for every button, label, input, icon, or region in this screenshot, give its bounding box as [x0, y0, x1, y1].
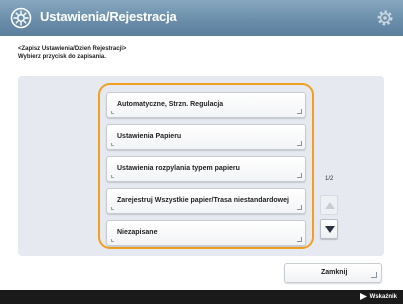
corner-mark-icon [371, 272, 377, 278]
instruction-text: Wybierz przycisk do zapisania. [18, 54, 106, 60]
page-title: Ustawienia/Rejestracja [40, 9, 177, 24]
corner-mark-icon [297, 237, 302, 242]
tick-mark-icon [111, 239, 114, 242]
close-button[interactable]: Zamknij [284, 263, 382, 283]
tick-mark-icon [111, 111, 114, 114]
gear-icon[interactable] [375, 8, 395, 28]
arrow-down-icon [325, 226, 335, 233]
list-item-label: Zarejestruj Wszystkie papier/Trasa niest… [117, 197, 289, 204]
corner-mark-icon [297, 205, 302, 210]
corner-mark-icon [297, 173, 302, 178]
page-indicator: 1/2 [325, 176, 334, 182]
list-item-label: Ustawienia Papieru [117, 133, 182, 140]
breadcrumb: <Zapisz Ustawienia/Dzień Rejestracji> [18, 46, 127, 52]
status-monitor-button[interactable]: Wskaźnik [359, 293, 397, 300]
list-item-paper-type-settings[interactable]: Ustawienia rozpylania typem papieru [106, 156, 306, 182]
status-bar: Wskaźnik [0, 290, 403, 304]
list-item-auto-adjust[interactable]: Automatyczne, Strzn. Regulacja [106, 92, 306, 118]
list-item-label: Automatyczne, Strzn. Regulacja [117, 101, 224, 108]
list-item-unsaved[interactable]: Niezapisane [106, 220, 306, 246]
corner-mark-icon [297, 109, 302, 114]
list-item-label: Ustawienia rozpylania typem papieru [117, 165, 240, 172]
tick-mark-icon [111, 207, 114, 210]
status-monitor-icon [359, 293, 367, 300]
arrow-up-icon [325, 202, 335, 209]
close-button-label: Zamknij [321, 269, 348, 276]
scroll-down-button[interactable] [320, 219, 338, 239]
corner-mark-icon [297, 141, 302, 146]
tick-mark-icon [111, 175, 114, 178]
list-item-paper-settings[interactable]: Ustawienia Papieru [106, 124, 306, 150]
status-monitor-label: Wskaźnik [369, 293, 397, 300]
list-item-label: Niezapisane [117, 229, 158, 236]
title-bar: Ustawienia/Rejestracja [0, 0, 403, 36]
scroll-up-button[interactable] [320, 195, 338, 215]
list-item-register-custom-paper[interactable]: Zarejestruj Wszystkie papier/Trasa niest… [106, 188, 306, 214]
settings-register-icon [10, 7, 32, 29]
tick-mark-icon [111, 143, 114, 146]
